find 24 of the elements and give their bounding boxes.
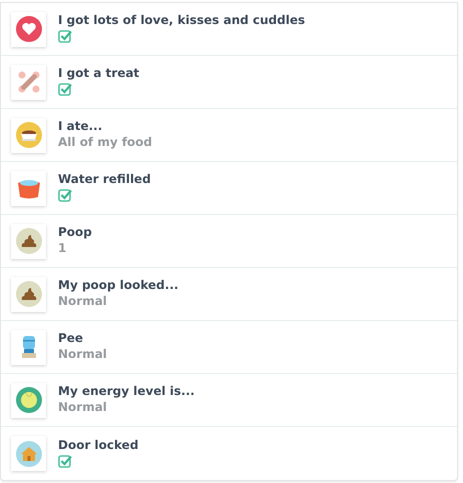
entry-value: Normal: [58, 347, 107, 361]
entry-title: Pee: [58, 331, 84, 345]
entry-title: My energy level is...: [58, 384, 195, 398]
entry-value: All of my food: [58, 135, 152, 149]
poop-icon: [16, 228, 42, 254]
bone-icon: [16, 69, 42, 95]
entry-value: Normal: [58, 294, 107, 308]
entry-title: Door locked: [58, 438, 138, 452]
entry-title: Water refilled: [58, 172, 151, 186]
ball-icon: [16, 387, 42, 413]
checkbox[interactable]: [58, 82, 72, 96]
entry-value: 1: [58, 241, 66, 255]
entry-title: Poop: [58, 225, 92, 239]
entry-title: I got lots of love, kisses and cuddles: [58, 13, 305, 27]
poop-icon: [16, 281, 42, 307]
checkbox[interactable]: [58, 454, 72, 468]
checkbox[interactable]: [58, 29, 72, 43]
entry-value: Normal: [58, 400, 107, 414]
food-bowl-icon: [16, 122, 42, 148]
checkbox[interactable]: [58, 188, 72, 202]
entry-title: I ate...: [58, 119, 102, 133]
entry-title: I got a treat: [58, 66, 140, 80]
house-icon: [16, 440, 42, 466]
entry-title: My poop looked...: [58, 278, 178, 292]
